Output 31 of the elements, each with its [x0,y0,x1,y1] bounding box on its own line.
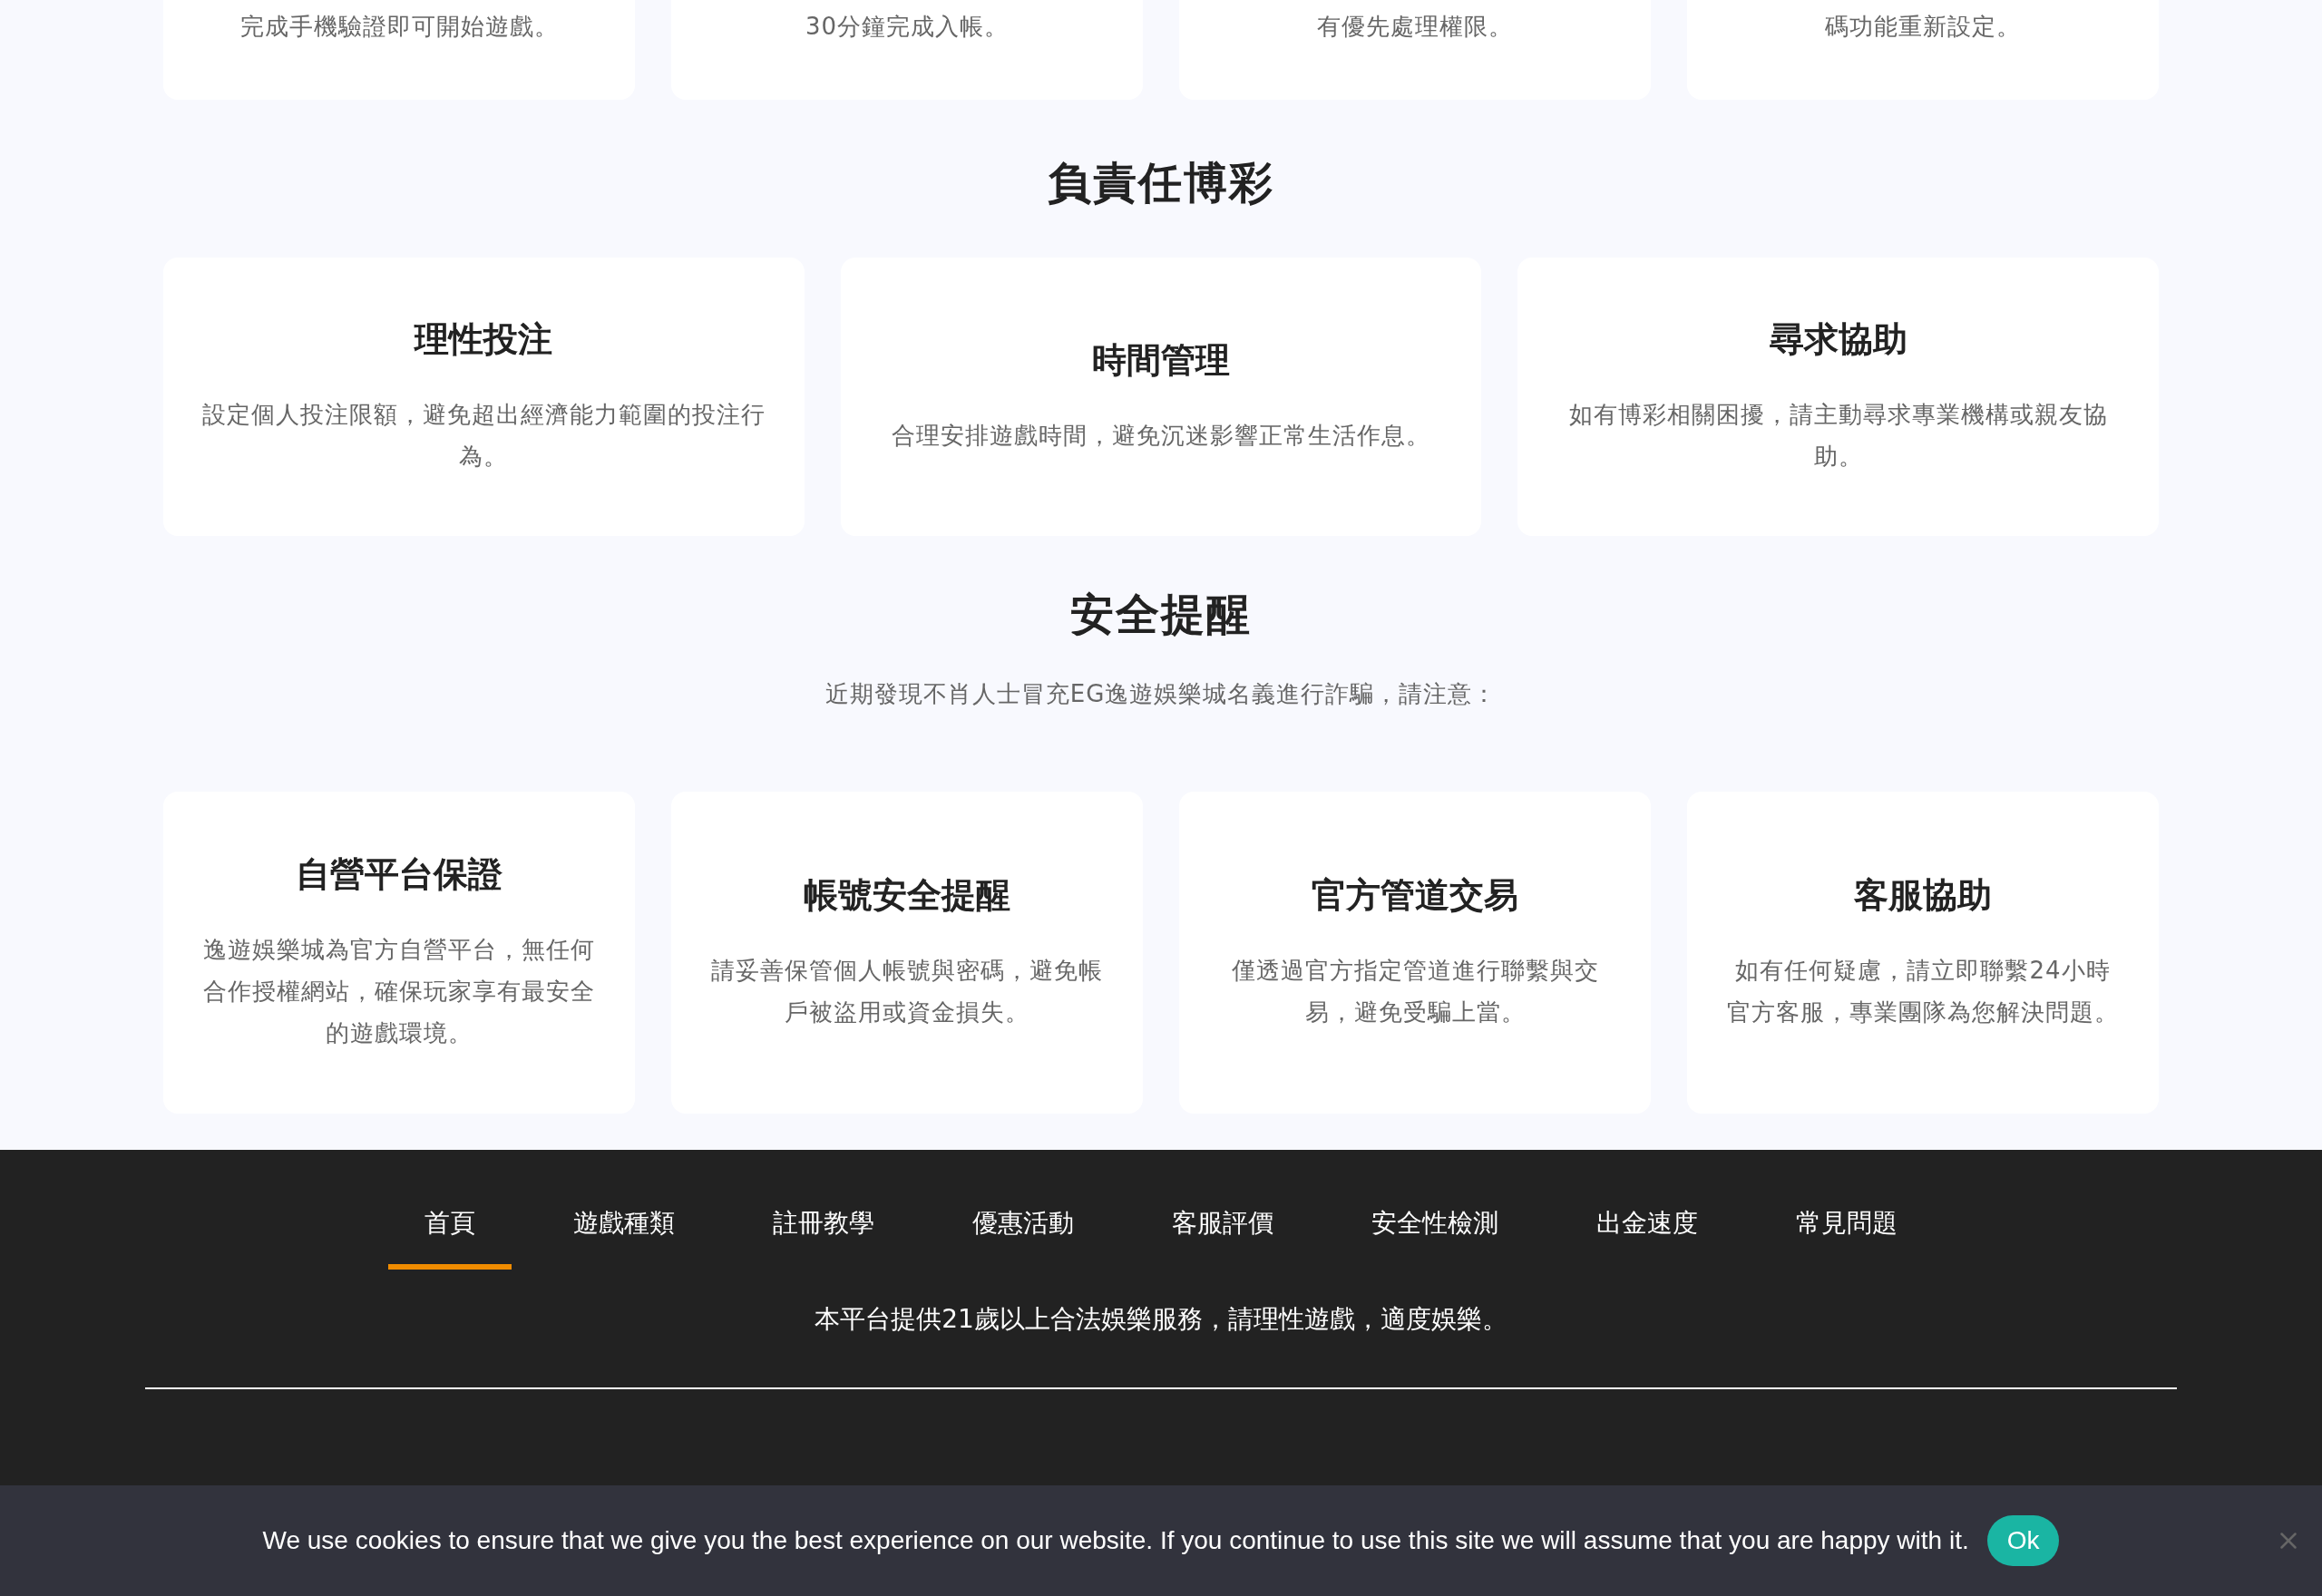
nav-link[interactable]: 註冊教學 [737,1188,911,1270]
card-text: 如有博彩相關困擾，請主動尋求專業機構或親友協助。 [1567,400,2109,472]
section-subtitle: 近期發現不肖人士冒充EG逸遊娛樂城名義進行詐騙，請注意： [824,679,1498,709]
nav-link[interactable]: 安全性檢測 [1335,1188,1535,1270]
card-text: 合理安排遊戲時間，避免沉迷影響正常生活作息。 [892,421,1430,451]
card-title: 官方管道交易 [1312,874,1518,917]
nav-link[interactable]: 常見問題 [1760,1188,1934,1270]
card-title: 理性投注 [415,318,553,361]
nav-link[interactable]: 客服評價 [1136,1188,1310,1270]
cookie-text: We use cookies to ensure that we give you the best experience on our website. If you continue to use this site we will assume that you are happy with it. [262,1526,1969,1555]
card-text: 30分鐘完成入帳。 [805,12,1010,42]
card-text: 逸遊娛樂城為官方自營平台，無任何合作授權網站，確保玩家享有最安全的遊戲環境。 [202,935,596,1048]
nav-link[interactable]: 出金速度 [1560,1188,1734,1270]
card-title: 時間管理 [1092,339,1230,382]
card-title: 帳號安全提醒 [804,874,1010,917]
disclaimer-text: 本平台提供21歲以上合法娛樂服務，請理性遊戲，適度娛樂。 [815,1303,1507,1336]
card-text: 完成手機驗證即可開始遊戲。 [239,12,559,42]
nav-link[interactable]: 遊戲種類 [537,1188,711,1270]
section-title: 負責任博彩 [1047,156,1275,209]
card-text: 僅透過官方指定管道進行聯繫與交易，避免受騙上當。 [1230,956,1600,1027]
card-text: 如有任何疑慮，請立即聯繫24小時官方客服，專業團隊為您解決問題。 [1726,956,2120,1027]
nav-link[interactable]: 首頁 [388,1188,512,1270]
card-text: 有優先處理權限。 [1317,12,1513,42]
card-text: 設定個人投注限額，避免超出經濟能力範圍的投注行為。 [200,400,766,472]
card-title: 自營平台保證 [296,853,502,896]
card-text: 碼功能重新設定。 [1825,12,2021,42]
nav-link[interactable]: 優惠活動 [936,1188,1110,1270]
card-title: 客服協助 [1854,874,1992,917]
card-title: 尋求協助 [1769,318,1907,361]
card-text: 請妥善保管個人帳號與密碼，避免帳戶被盜用或資金損失。 [710,956,1104,1027]
section-title: 安全提醒 [1069,588,1253,641]
